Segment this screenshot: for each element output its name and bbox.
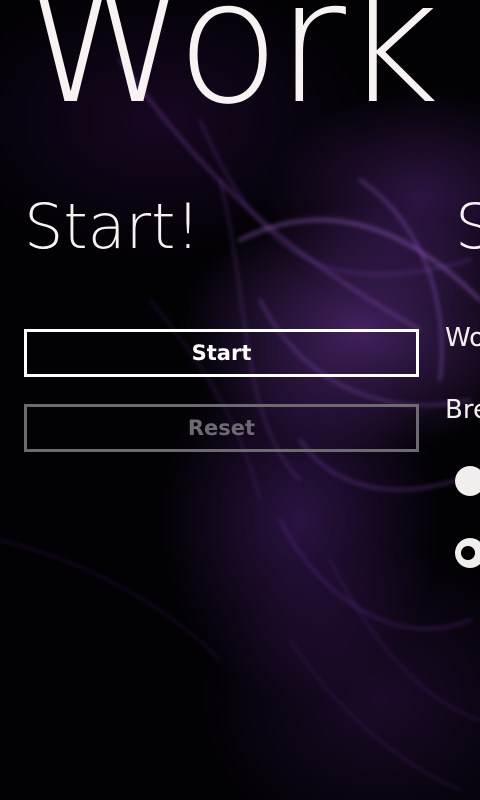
work-duration-label: Wo (445, 323, 480, 353)
start-section-header: Start! (24, 190, 201, 263)
reset-button-label: Reset (187, 416, 256, 440)
reset-button[interactable]: Reset (24, 404, 419, 452)
settings-section-header[interactable]: S (455, 196, 480, 258)
option-radio-2[interactable] (455, 538, 480, 568)
start-button-label: Start (191, 341, 252, 365)
break-duration-label: Bre (445, 395, 480, 425)
start-button[interactable]: Start (24, 329, 419, 377)
app-screen: Work Start! S Start Reset Wo Bre (0, 0, 480, 800)
option-radio-1[interactable] (455, 466, 480, 496)
radio-selected-dot (461, 546, 475, 560)
panorama-title: Work (22, 0, 440, 142)
